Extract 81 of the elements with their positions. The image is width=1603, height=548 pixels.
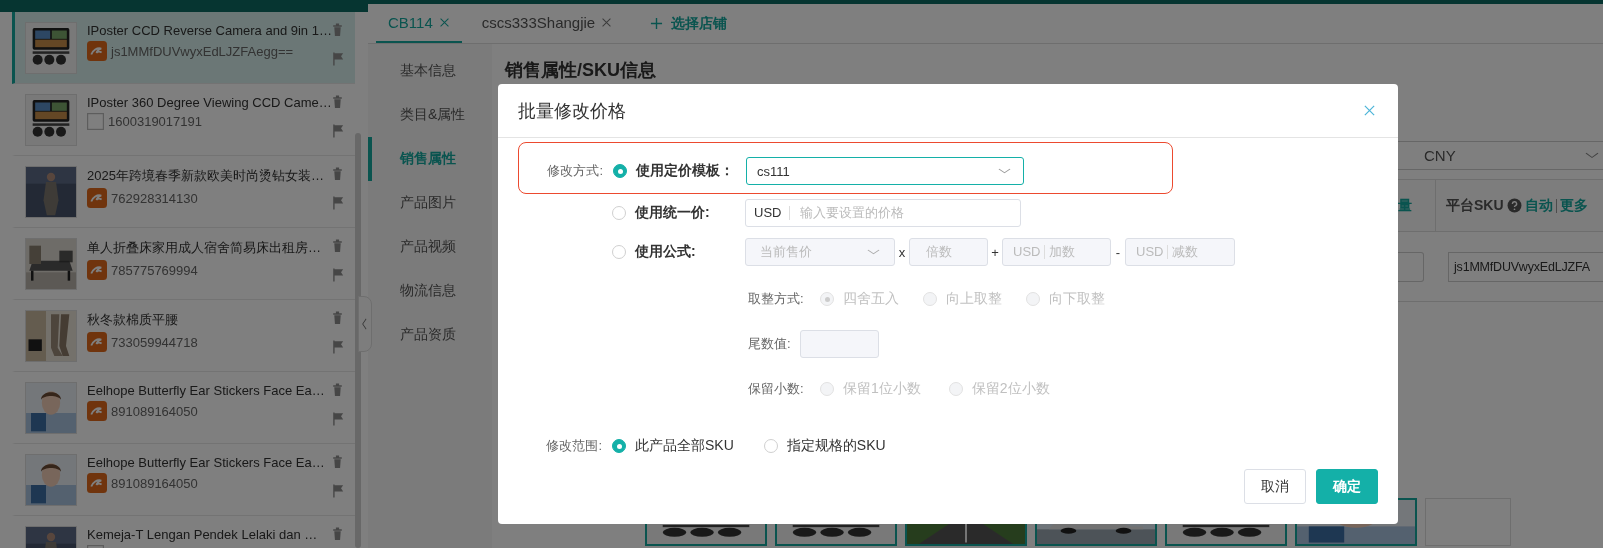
option-label: 指定规格的SKU: [786, 437, 886, 455]
radio-button[interactable]: [613, 164, 627, 178]
field-label: 保留小数:: [748, 380, 805, 398]
subtract-input-field[interactable]: USD 减数: [1125, 238, 1235, 266]
dialog-title: 批量修改价格: [518, 99, 626, 123]
close-icon[interactable]: [1363, 104, 1376, 117]
platform-logo-icon: [87, 473, 107, 493]
add-store-button[interactable]: 选择店铺: [632, 4, 728, 43]
radio-button[interactable]: [612, 245, 626, 259]
nav-item[interactable]: 销售属性: [368, 137, 492, 181]
currency-select[interactable]: CNY: [1398, 141, 1603, 170]
price-input-field[interactable]: USD 输入要设置的价格: [745, 199, 1021, 227]
store-tab[interactable]: cscs333Shangjie: [469, 4, 625, 43]
product-id: 891089164050: [111, 403, 198, 419]
product-title: 秋冬款棉质平腰: [87, 311, 179, 329]
chevron-down-icon: [998, 166, 1011, 176]
product-id: 762928314130: [111, 190, 198, 206]
header-link[interactable]: 更多: [1559, 196, 1588, 215]
cancel-button[interactable]: 取消: [1244, 469, 1306, 504]
chevron-left-icon: [361, 318, 369, 330]
nav-item[interactable]: 产品图片: [368, 181, 492, 225]
option-label: 使用定价模板：: [636, 162, 735, 180]
confirm-button[interactable]: 确定: [1316, 469, 1378, 504]
option-label: 向下取整: [1049, 290, 1105, 308]
multiply-sign: x: [897, 244, 907, 260]
minus-sign: -: [1114, 244, 1122, 260]
radio-button[interactable]: [612, 206, 626, 220]
section-title: 销售属性/SKU信息: [505, 59, 657, 82]
radio-button[interactable]: [612, 439, 626, 453]
product-title: IPoster 360 Degree Viewing CCD Came…: [87, 95, 329, 110]
nav-item[interactable]: 产品资质: [368, 313, 492, 357]
nav-item[interactable]: 物流信息: [368, 269, 492, 313]
tail-input-field[interactable]: [800, 330, 879, 358]
option-label: 保留2位小数: [971, 380, 1050, 398]
product-id: 785775769994: [111, 262, 198, 278]
plus-icon: [650, 17, 664, 30]
nav-item[interactable]: 基本信息: [368, 49, 492, 93]
product-title: IPoster CCD Reverse Camera and 9in 1…: [87, 23, 329, 38]
column-header: 平台SKU: [1446, 196, 1504, 215]
platform-logo-icon: [87, 332, 107, 352]
base-price-select[interactable]: 当前售价: [745, 238, 895, 266]
option-label: 使用公式:: [635, 243, 697, 261]
chevron-down-icon: [1585, 150, 1599, 161]
close-icon[interactable]: [438, 17, 450, 28]
collapse-handle[interactable]: [358, 296, 372, 352]
option-label: 此产品全部SKU: [635, 437, 734, 455]
add-input-field[interactable]: USD 加数: [1002, 238, 1111, 266]
nav-item[interactable]: 产品视频: [368, 225, 492, 269]
option-label: 保留1位小数: [843, 380, 921, 398]
radio-button[interactable]: [763, 439, 778, 453]
platform-logo-icon: [87, 188, 107, 208]
platform-logo-icon: [87, 41, 107, 61]
platform-logo-icon: [87, 401, 107, 421]
product-title: Eelhope Butterfly Ear Stickers Face Ea…: [87, 455, 326, 470]
option-label: 使用统一价:: [635, 204, 711, 222]
blank-square-icon: [87, 113, 104, 130]
product-id: 1600319017191: [108, 114, 202, 129]
close-icon[interactable]: [601, 17, 613, 28]
product-title: Kemeja-T Lengan Pendek Lelaki dan …: [87, 527, 319, 542]
product-id: 733059944718: [111, 334, 198, 350]
option-label: 四舍五入: [843, 290, 899, 308]
product-id: js1MMfDUVwyxEdLJZFAegg==: [111, 43, 294, 59]
platform-logo-icon: [87, 260, 107, 280]
chevron-down-icon: [867, 247, 880, 257]
product-title: 2025年跨境春季新款欧美时尚烫钻女装…: [87, 167, 325, 185]
help-icon[interactable]: [1506, 198, 1522, 213]
nav-item[interactable]: 类目&属性: [368, 93, 492, 137]
plus-sign: +: [990, 244, 1000, 260]
field-label: 取整方式:: [748, 290, 805, 308]
product-title: Eelhope Butterfly Ear Stickers Face Ea…: [87, 383, 326, 398]
product-item[interactable]: IPoster CCD Reverse Camera and 9in 1… js1MMfDUVwyxEdLJZFAegg==: [12, 12, 355, 84]
header-link[interactable]: 自动: [1524, 196, 1553, 215]
product-id: 891089164050: [111, 475, 198, 491]
template-select[interactable]: cs111: [746, 157, 1024, 185]
multiplier-input-field[interactable]: 倍数: [909, 238, 988, 266]
field-label: 修改范围:: [545, 437, 602, 455]
field-label: 修改方式:: [546, 162, 603, 180]
scrollbar[interactable]: [355, 133, 361, 548]
field-label: 尾数值:: [748, 335, 792, 353]
sku-input-field[interactable]: js1MMfDUVwyxEdLJZFA: [1448, 251, 1603, 282]
product-title: 单人折叠床家用成人宿舍简易床出租房…: [87, 239, 322, 257]
